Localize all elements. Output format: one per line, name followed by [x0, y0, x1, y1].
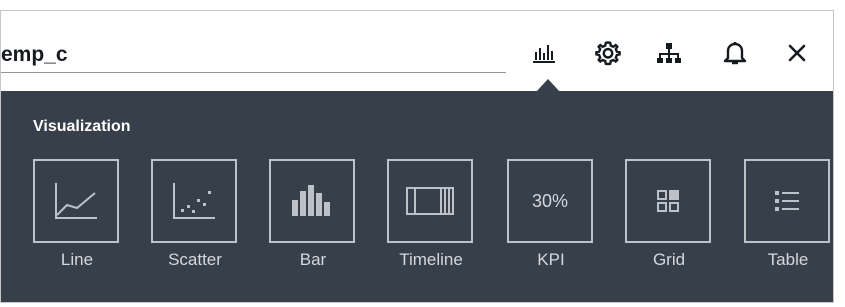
visualization-type-scatter[interactable]: Scatter [151, 159, 239, 271]
visualization-widget: Visualization Line [0, 10, 834, 303]
visualization-type-kpi[interactable]: 30% KPI [507, 159, 595, 271]
bar-chart-icon [269, 159, 355, 243]
scatter-chart-icon [151, 159, 237, 243]
visualization-header [1, 11, 833, 92]
visualization-type-bar[interactable]: Bar [269, 159, 357, 271]
visualization-type-timeline[interactable]: Timeline [387, 159, 475, 271]
grid-icon [625, 159, 711, 243]
table-list-icon [744, 159, 830, 243]
visualization-type-label: Grid [652, 250, 686, 269]
visualization-type-line[interactable]: Line [33, 159, 121, 271]
close-icon[interactable] [779, 35, 815, 71]
visualization-type-label: Scatter [168, 250, 222, 269]
hierarchy-icon[interactable] [651, 35, 687, 71]
panel-title: Visualization [33, 118, 131, 135]
kpi-icon: 30% [507, 159, 593, 243]
visualization-type-label: Table [767, 250, 809, 269]
visualization-type-label: KPI [537, 250, 565, 269]
visualization-type-panel: Visualization Line Scatter Bar Timeline … [1, 91, 833, 302]
visualization-chart-icon[interactable] [526, 35, 562, 71]
notification-bell-icon[interactable] [717, 35, 753, 71]
visualization-type-table[interactable]: Table [744, 159, 832, 271]
visualization-type-label: Timeline [399, 250, 463, 269]
visualization-type-label: Bar [299, 250, 327, 269]
settings-gear-icon[interactable] [590, 35, 626, 71]
visualization-name-input[interactable] [1, 37, 506, 73]
visualization-type-grid[interactable]: Grid [625, 159, 713, 271]
timeline-icon [387, 159, 473, 243]
line-chart-icon [33, 159, 119, 243]
kpi-icon-text: 30% [531, 190, 569, 211]
visualization-type-label: Line [60, 250, 94, 269]
